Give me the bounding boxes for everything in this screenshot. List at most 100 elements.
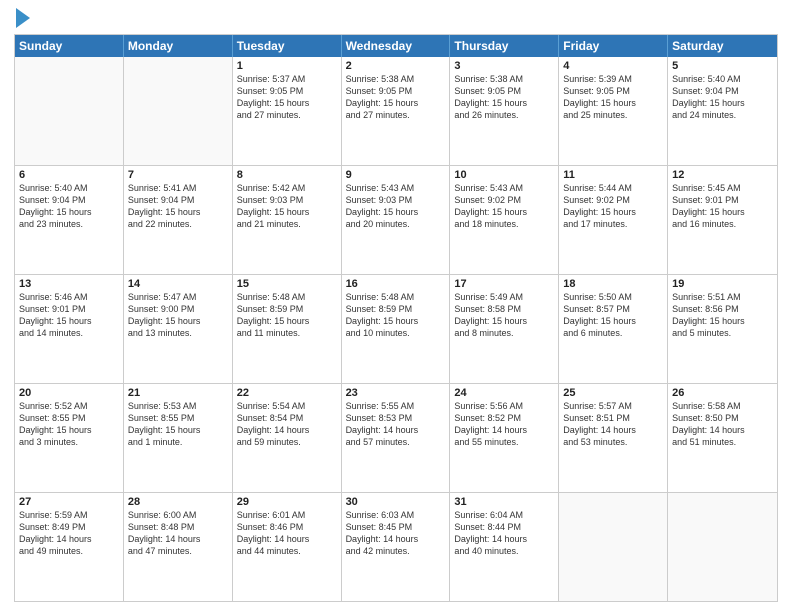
day-info: Sunrise: 5:55 AMSunset: 8:53 PMDaylight:… [346,400,446,449]
day-number: 15 [237,278,337,290]
weekday-header-saturday: Saturday [668,35,777,57]
day-number: 8 [237,169,337,181]
day-info: Sunrise: 5:51 AMSunset: 8:56 PMDaylight:… [672,291,773,340]
day-info: Sunrise: 5:49 AMSunset: 8:58 PMDaylight:… [454,291,554,340]
day-number: 5 [672,60,773,72]
logo-arrow-icon [16,8,30,28]
calendar-cell: 29Sunrise: 6:01 AMSunset: 8:46 PMDayligh… [233,493,342,601]
day-info: Sunrise: 5:50 AMSunset: 8:57 PMDaylight:… [563,291,663,340]
calendar-cell: 6Sunrise: 5:40 AMSunset: 9:04 PMDaylight… [15,166,124,274]
day-info: Sunrise: 5:56 AMSunset: 8:52 PMDaylight:… [454,400,554,449]
day-number: 21 [128,387,228,399]
day-info: Sunrise: 5:53 AMSunset: 8:55 PMDaylight:… [128,400,228,449]
day-number: 23 [346,387,446,399]
day-number: 1 [237,60,337,72]
day-number: 16 [346,278,446,290]
weekday-header-monday: Monday [124,35,233,57]
calendar-cell: 8Sunrise: 5:42 AMSunset: 9:03 PMDaylight… [233,166,342,274]
calendar-cell: 19Sunrise: 5:51 AMSunset: 8:56 PMDayligh… [668,275,777,383]
calendar: SundayMondayTuesdayWednesdayThursdayFrid… [14,34,778,602]
calendar-row-4: 27Sunrise: 5:59 AMSunset: 8:49 PMDayligh… [15,492,777,601]
calendar-cell: 31Sunrise: 6:04 AMSunset: 8:44 PMDayligh… [450,493,559,601]
calendar-cell: 21Sunrise: 5:53 AMSunset: 8:55 PMDayligh… [124,384,233,492]
calendar-cell: 2Sunrise: 5:38 AMSunset: 9:05 PMDaylight… [342,57,451,165]
weekday-header-sunday: Sunday [15,35,124,57]
calendar-body: 1Sunrise: 5:37 AMSunset: 9:05 PMDaylight… [15,57,777,601]
day-info: Sunrise: 6:00 AMSunset: 8:48 PMDaylight:… [128,509,228,558]
header [14,10,778,28]
day-number: 10 [454,169,554,181]
day-info: Sunrise: 5:42 AMSunset: 9:03 PMDaylight:… [237,182,337,231]
day-number: 4 [563,60,663,72]
day-number: 19 [672,278,773,290]
calendar-cell: 24Sunrise: 5:56 AMSunset: 8:52 PMDayligh… [450,384,559,492]
day-number: 13 [19,278,119,290]
calendar-cell: 28Sunrise: 6:00 AMSunset: 8:48 PMDayligh… [124,493,233,601]
day-number: 11 [563,169,663,181]
day-number: 22 [237,387,337,399]
calendar-cell: 16Sunrise: 5:48 AMSunset: 8:59 PMDayligh… [342,275,451,383]
calendar-cell: 26Sunrise: 5:58 AMSunset: 8:50 PMDayligh… [668,384,777,492]
calendar-cell: 25Sunrise: 5:57 AMSunset: 8:51 PMDayligh… [559,384,668,492]
day-info: Sunrise: 5:48 AMSunset: 8:59 PMDaylight:… [237,291,337,340]
calendar-cell: 9Sunrise: 5:43 AMSunset: 9:03 PMDaylight… [342,166,451,274]
weekday-header-thursday: Thursday [450,35,559,57]
day-info: Sunrise: 5:41 AMSunset: 9:04 PMDaylight:… [128,182,228,231]
calendar-cell [559,493,668,601]
day-info: Sunrise: 5:43 AMSunset: 9:03 PMDaylight:… [346,182,446,231]
day-info: Sunrise: 5:40 AMSunset: 9:04 PMDaylight:… [672,73,773,122]
day-number: 27 [19,496,119,508]
page: SundayMondayTuesdayWednesdayThursdayFrid… [0,0,792,612]
day-info: Sunrise: 5:38 AMSunset: 9:05 PMDaylight:… [454,73,554,122]
day-number: 3 [454,60,554,72]
calendar-cell: 17Sunrise: 5:49 AMSunset: 8:58 PMDayligh… [450,275,559,383]
calendar-cell: 14Sunrise: 5:47 AMSunset: 9:00 PMDayligh… [124,275,233,383]
calendar-cell: 22Sunrise: 5:54 AMSunset: 8:54 PMDayligh… [233,384,342,492]
day-info: Sunrise: 6:01 AMSunset: 8:46 PMDaylight:… [237,509,337,558]
calendar-cell: 11Sunrise: 5:44 AMSunset: 9:02 PMDayligh… [559,166,668,274]
day-info: Sunrise: 5:44 AMSunset: 9:02 PMDaylight:… [563,182,663,231]
day-number: 25 [563,387,663,399]
day-number: 26 [672,387,773,399]
day-info: Sunrise: 5:37 AMSunset: 9:05 PMDaylight:… [237,73,337,122]
calendar-cell: 23Sunrise: 5:55 AMSunset: 8:53 PMDayligh… [342,384,451,492]
day-number: 28 [128,496,228,508]
day-info: Sunrise: 5:43 AMSunset: 9:02 PMDaylight:… [454,182,554,231]
day-info: Sunrise: 5:46 AMSunset: 9:01 PMDaylight:… [19,291,119,340]
day-number: 20 [19,387,119,399]
weekday-header-wednesday: Wednesday [342,35,451,57]
day-info: Sunrise: 5:39 AMSunset: 9:05 PMDaylight:… [563,73,663,122]
calendar-row-3: 20Sunrise: 5:52 AMSunset: 8:55 PMDayligh… [15,383,777,492]
day-info: Sunrise: 5:47 AMSunset: 9:00 PMDaylight:… [128,291,228,340]
calendar-cell: 7Sunrise: 5:41 AMSunset: 9:04 PMDaylight… [124,166,233,274]
day-info: Sunrise: 6:04 AMSunset: 8:44 PMDaylight:… [454,509,554,558]
day-number: 14 [128,278,228,290]
calendar-row-2: 13Sunrise: 5:46 AMSunset: 9:01 PMDayligh… [15,274,777,383]
calendar-cell: 27Sunrise: 5:59 AMSunset: 8:49 PMDayligh… [15,493,124,601]
calendar-cell: 18Sunrise: 5:50 AMSunset: 8:57 PMDayligh… [559,275,668,383]
day-number: 30 [346,496,446,508]
calendar-row-1: 6Sunrise: 5:40 AMSunset: 9:04 PMDaylight… [15,165,777,274]
day-info: Sunrise: 5:40 AMSunset: 9:04 PMDaylight:… [19,182,119,231]
day-info: Sunrise: 5:57 AMSunset: 8:51 PMDaylight:… [563,400,663,449]
calendar-cell: 30Sunrise: 6:03 AMSunset: 8:45 PMDayligh… [342,493,451,601]
day-info: Sunrise: 5:54 AMSunset: 8:54 PMDaylight:… [237,400,337,449]
day-number: 24 [454,387,554,399]
calendar-header: SundayMondayTuesdayWednesdayThursdayFrid… [15,35,777,57]
calendar-cell: 15Sunrise: 5:48 AMSunset: 8:59 PMDayligh… [233,275,342,383]
day-info: Sunrise: 5:52 AMSunset: 8:55 PMDaylight:… [19,400,119,449]
calendar-cell: 12Sunrise: 5:45 AMSunset: 9:01 PMDayligh… [668,166,777,274]
calendar-row-0: 1Sunrise: 5:37 AMSunset: 9:05 PMDaylight… [15,57,777,165]
weekday-header-friday: Friday [559,35,668,57]
day-info: Sunrise: 5:48 AMSunset: 8:59 PMDaylight:… [346,291,446,340]
calendar-cell: 10Sunrise: 5:43 AMSunset: 9:02 PMDayligh… [450,166,559,274]
day-number: 12 [672,169,773,181]
day-number: 7 [128,169,228,181]
calendar-cell [124,57,233,165]
day-number: 6 [19,169,119,181]
calendar-cell: 1Sunrise: 5:37 AMSunset: 9:05 PMDaylight… [233,57,342,165]
logo [14,10,30,28]
calendar-cell: 4Sunrise: 5:39 AMSunset: 9:05 PMDaylight… [559,57,668,165]
calendar-cell [15,57,124,165]
day-number: 18 [563,278,663,290]
